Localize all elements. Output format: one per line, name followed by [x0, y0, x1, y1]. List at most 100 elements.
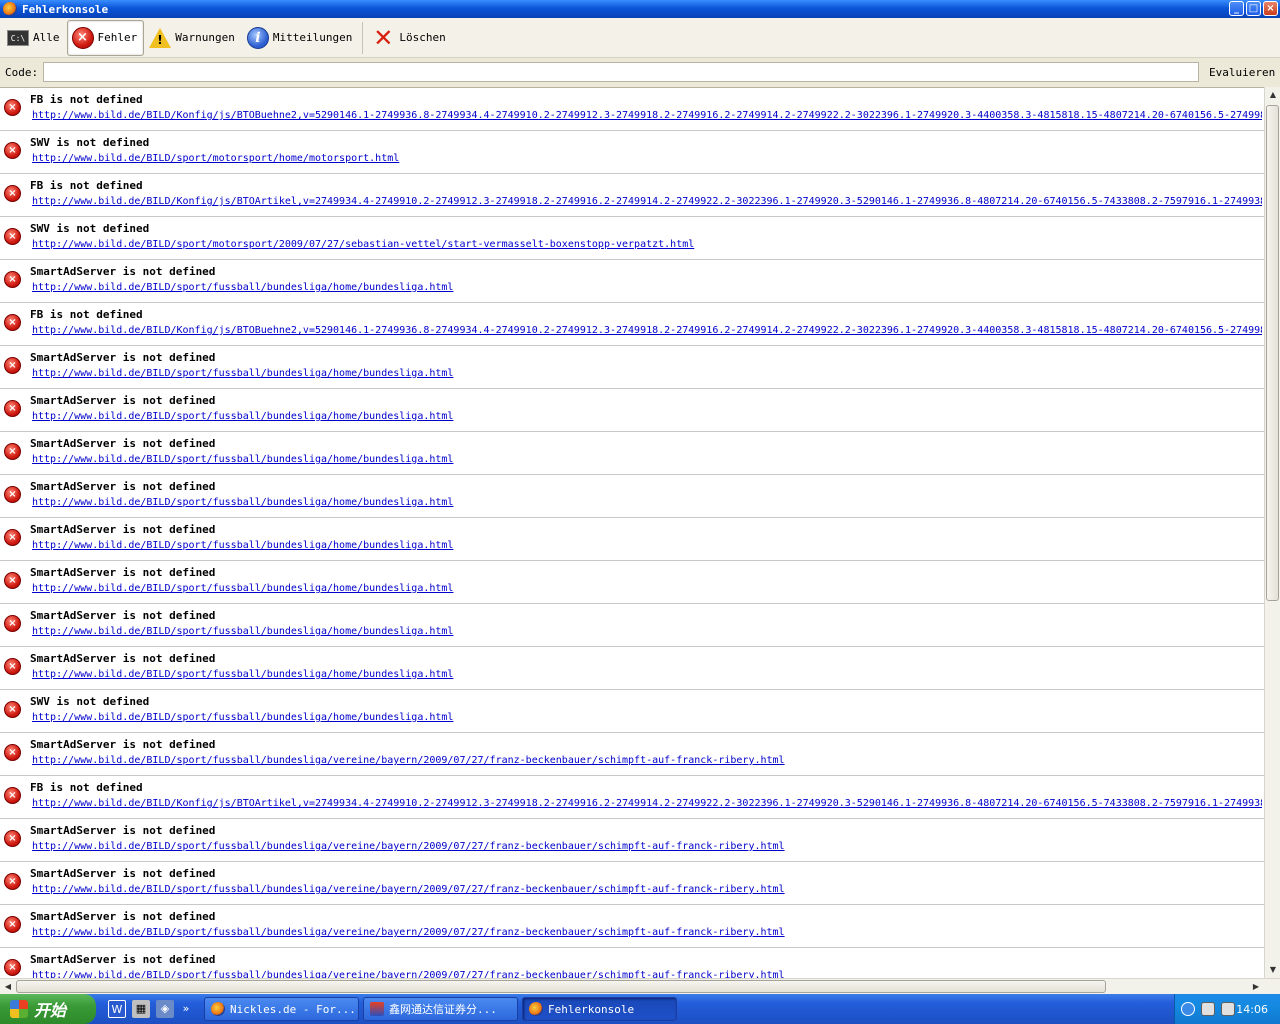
taskbar: 开始 W ▦ ◈ » Nickles.de - For... 鑫网通达信证券分..… — [0, 994, 1280, 1024]
source-link[interactable]: http://www.bild.de/BILD/sport/fussball/b… — [32, 884, 1262, 895]
vertical-scrollbar[interactable]: ▲ ▼ — [1264, 87, 1280, 978]
taskbar-button[interactable]: 鑫网通达信证券分... — [363, 997, 518, 1021]
message-list[interactable]: × FB is not defined http://www.bild.de/BIL… — [0, 87, 1264, 978]
start-label: 开始 — [34, 1001, 67, 1020]
source-link[interactable]: http://www.bild.de/BILD/sport/fussball/b… — [32, 454, 1262, 465]
console-message-row[interactable]: × SWV is not defined http://www.bild.de/BI… — [0, 690, 1264, 733]
error-icon: × — [4, 959, 21, 976]
source-link[interactable]: http://www.bild.de/BILD/sport/fussball/b… — [32, 755, 1262, 766]
message-text: SmartAdServer is not defined — [30, 652, 216, 665]
console-message-row[interactable]: × SmartAdServer is not defined http://www.… — [0, 561, 1264, 604]
source-link[interactable]: http://www.bild.de/BILD/sport/fussball/b… — [32, 712, 1262, 723]
scroll-up-arrow-icon[interactable]: ▲ — [1265, 87, 1280, 103]
clear-button[interactable]: ✕ Löschen — [366, 20, 452, 56]
console-message-row[interactable]: × SmartAdServer is not defined http://www.… — [0, 432, 1264, 475]
message-text: SmartAdServer is not defined — [30, 480, 216, 493]
source-link[interactable]: http://www.bild.de/BILD/sport/fussball/b… — [32, 540, 1262, 551]
error-icon: × — [4, 830, 21, 847]
message-text: SmartAdServer is not defined — [30, 566, 216, 579]
source-link[interactable]: http://www.bild.de/BILD/sport/motorsport… — [32, 239, 1262, 250]
toolbar-separator — [362, 21, 364, 54]
error-icon: × — [4, 615, 21, 632]
error-icon: × — [4, 400, 21, 417]
word-icon[interactable]: W — [108, 1000, 126, 1018]
console-message-row[interactable]: × SmartAdServer is not defined http://www.… — [0, 346, 1264, 389]
source-link[interactable]: http://www.bild.de/BILD/sport/fussball/b… — [32, 927, 1262, 938]
error-icon: × — [4, 271, 21, 288]
source-link[interactable]: http://www.bild.de/BILD/Konfig/js/BTOArt… — [32, 798, 1262, 809]
horizontal-scroll-thumb[interactable] — [16, 980, 1106, 993]
console-message-row[interactable]: × FB is not defined http://www.bild.de/BIL… — [0, 776, 1264, 819]
console-message-row[interactable]: × SmartAdServer is not defined http://www.… — [0, 389, 1264, 432]
source-link[interactable]: http://www.bild.de/BILD/Konfig/js/BTOBue… — [32, 110, 1262, 121]
source-link[interactable]: http://www.bild.de/BILD/sport/fussball/b… — [32, 669, 1262, 680]
console-message-row[interactable]: × SWV is not defined http://www.bild.de/BI… — [0, 217, 1264, 260]
window-title: Fehlerkonsole — [22, 2, 109, 16]
filter-errors-button[interactable]: × Fehler — [66, 19, 145, 56]
source-link[interactable]: http://www.bild.de/BILD/sport/fussball/b… — [32, 282, 1262, 293]
maximize-button[interactable]: □ — [1246, 1, 1261, 16]
console-message-row[interactable]: × SmartAdServer is not defined http://www.… — [0, 733, 1264, 776]
code-bar: Code: Evaluieren — [0, 58, 1280, 86]
taskbar-button-label: Fehlerkonsole — [548, 1002, 635, 1016]
scroll-right-arrow-icon[interactable]: ▶ — [1248, 979, 1264, 995]
filter-messages-label: Mitteilungen — [272, 31, 353, 44]
source-link[interactable]: http://www.bild.de/BILD/Konfig/js/BTOArt… — [32, 196, 1262, 207]
console-message-row[interactable]: × SWV is not defined http://www.bild.de/BI… — [0, 131, 1264, 174]
message-text: SmartAdServer is not defined — [30, 910, 216, 923]
code-input[interactable] — [43, 62, 1199, 82]
scroll-down-arrow-icon[interactable]: ▼ — [1265, 962, 1280, 978]
taskbar-button[interactable]: Fehlerkonsole — [522, 997, 677, 1021]
filter-warnings-button[interactable]: ! Warnungen — [144, 20, 242, 56]
console-message-row[interactable]: × SmartAdServer is not defined http://www.… — [0, 647, 1264, 690]
filter-messages-button[interactable]: i Mitteilungen — [242, 20, 359, 56]
filter-all-button[interactable]: C:\ Alle — [2, 20, 67, 56]
message-text: SmartAdServer is not defined — [30, 265, 216, 278]
source-link[interactable]: http://www.bild.de/BILD/sport/fussball/b… — [32, 970, 1262, 978]
warning-icon: ! — [149, 27, 172, 48]
console-message-row[interactable]: × FB is not defined http://www.bild.de/BIL… — [0, 174, 1264, 217]
scroll-left-arrow-icon[interactable]: ◀ — [0, 979, 16, 995]
source-link[interactable]: http://www.bild.de/BILD/sport/fussball/b… — [32, 583, 1262, 594]
error-icon: × — [4, 658, 21, 675]
console-message-row[interactable]: × SmartAdServer is not defined http://www.… — [0, 905, 1264, 948]
taskbar-button-label: 鑫网通达信证券分... — [389, 1003, 497, 1016]
message-text: SWV is not defined — [30, 222, 150, 235]
error-icon: × — [4, 443, 21, 460]
tray-expand-icon[interactable] — [1181, 1002, 1195, 1016]
console-message-row[interactable]: × SmartAdServer is not defined http://www.… — [0, 819, 1264, 862]
error-icon: × — [4, 99, 21, 116]
console-message-row[interactable]: × SmartAdServer is not defined http://www.… — [0, 862, 1264, 905]
minimize-button[interactable]: _ — [1229, 1, 1244, 16]
console-message-row[interactable]: × SmartAdServer is not defined http://www.… — [0, 475, 1264, 518]
tray-network-icon[interactable] — [1201, 1002, 1215, 1016]
start-button[interactable]: 开始 — [0, 994, 96, 1024]
console-message-row[interactable]: × SmartAdServer is not defined http://www.… — [0, 604, 1264, 647]
evaluate-button[interactable]: Evaluieren — [1209, 66, 1275, 79]
message-text: SmartAdServer is not defined — [30, 394, 216, 407]
console-message-row[interactable]: × SmartAdServer is not defined http://www.… — [0, 948, 1264, 978]
error-icon: × — [4, 572, 21, 589]
error-icon: × — [4, 744, 21, 761]
horizontal-scrollbar[interactable]: ◀ ▶ — [0, 978, 1280, 994]
network-icon[interactable]: ▦ — [132, 1000, 150, 1018]
console-message-row[interactable]: × FB is not defined http://www.bild.de/BIL… — [0, 88, 1264, 131]
vertical-scroll-thumb[interactable] — [1266, 105, 1279, 601]
source-link[interactable]: http://www.bild.de/BILD/sport/motorsport… — [32, 153, 1262, 164]
source-link[interactable]: http://www.bild.de/BILD/sport/fussball/b… — [32, 497, 1262, 508]
source-link[interactable]: http://www.bild.de/BILD/Konfig/js/BTOBue… — [32, 325, 1262, 336]
source-link[interactable]: http://www.bild.de/BILD/sport/fussball/b… — [32, 368, 1262, 379]
source-link[interactable]: http://www.bild.de/BILD/sport/fussball/b… — [32, 841, 1262, 852]
console-message-row[interactable]: × SmartAdServer is not defined http://www.… — [0, 518, 1264, 561]
source-link[interactable]: http://www.bild.de/BILD/sport/fussball/b… — [32, 626, 1262, 637]
message-text: SmartAdServer is not defined — [30, 609, 216, 622]
console-message-row[interactable]: × FB is not defined http://www.bild.de/BIL… — [0, 303, 1264, 346]
console-message-row[interactable]: × SmartAdServer is not defined http://www.… — [0, 260, 1264, 303]
quicklaunch-app-icon[interactable]: ◈ — [156, 1000, 174, 1018]
console-toolbar: C:\ Alle × Fehler ! Warnungen i Mitteilu… — [0, 18, 1280, 58]
source-link[interactable]: http://www.bild.de/BILD/sport/fussball/b… — [32, 411, 1262, 422]
tray-monitor-icon[interactable] — [1221, 1002, 1235, 1016]
close-button[interactable]: × — [1263, 1, 1278, 16]
quicklaunch-more-icon[interactable]: » — [180, 1000, 192, 1018]
taskbar-button[interactable]: Nickles.de - For... — [204, 997, 359, 1021]
